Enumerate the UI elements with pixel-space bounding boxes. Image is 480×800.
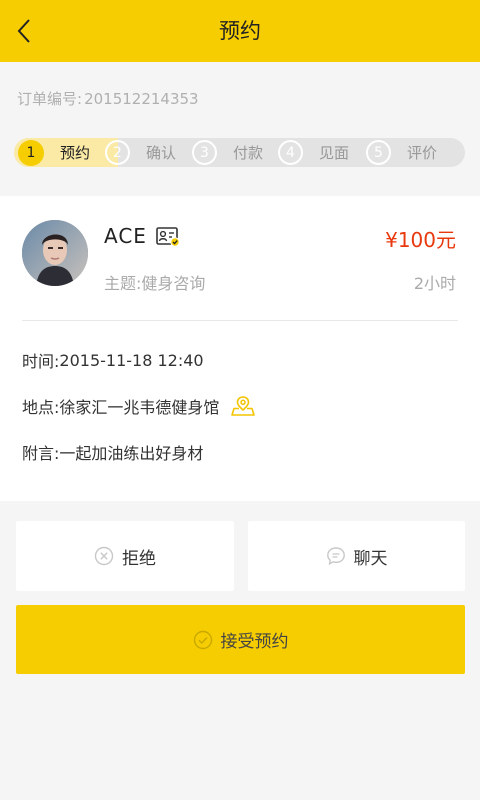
step-number: 3 — [192, 140, 217, 165]
step-label: 见面 — [319, 144, 350, 162]
chat-bubble-icon — [326, 546, 346, 566]
price: ¥100元 — [385, 228, 456, 252]
step-confirm: 2 确认 — [103, 138, 176, 167]
step-number: 5 — [366, 140, 391, 165]
order-number-label: 订单编号: — [17, 90, 83, 108]
step-number: 1 — [18, 139, 44, 166]
duration: 2小时 — [413, 274, 456, 293]
page-title: 预约 — [219, 19, 261, 43]
step-label: 确认 — [146, 144, 177, 162]
time-value: 2015-11-18 12:40 — [59, 350, 204, 370]
note-label: 附言: — [22, 444, 60, 463]
check-circle-icon — [193, 630, 213, 650]
step-number: 4 — [278, 140, 303, 165]
divider — [22, 320, 458, 321]
time-label: 时间: — [22, 352, 60, 371]
step-number: 2 — [105, 140, 130, 165]
place-label: 地点: — [22, 398, 60, 417]
header-bar: 预约 — [0, 0, 480, 62]
map-pin-icon[interactable] — [231, 395, 256, 417]
chat-label: 聊天 — [353, 548, 388, 569]
id-card-verified-icon — [156, 227, 180, 251]
chat-button[interactable]: 聊天 — [248, 521, 465, 591]
close-circle-icon — [94, 546, 114, 566]
user-name: ACE — [104, 224, 147, 248]
avatar[interactable] — [22, 220, 88, 286]
progress-steps: 1 预约 2 确认 3 付款 4 见面 5 评价 — [14, 138, 465, 167]
note-row: 附言: 一起加油练出好身材 — [22, 440, 203, 464]
step-meet: 4 见面 — [276, 138, 349, 167]
step-reserve: 1 预约 — [16, 138, 90, 167]
step-review: 5 评价 — [364, 138, 437, 167]
step-label: 评价 — [407, 144, 438, 162]
step-label: 预约 — [60, 144, 91, 162]
reject-label: 拒绝 — [122, 548, 156, 569]
order-number-value: 201512214353 — [84, 90, 199, 108]
time-row: 时间: 2015-11-18 12:40 — [22, 348, 204, 372]
order-number: 订单编号: 201512214353 — [17, 88, 199, 109]
step-pay: 3 付款 — [190, 138, 263, 167]
accept-booking-button[interactable]: 接受预约 — [16, 605, 465, 674]
accept-label: 接受预约 — [220, 632, 289, 652]
place-value: 徐家汇一兆韦德健身馆 — [59, 398, 220, 417]
note-value: 一起加油练出好身材 — [59, 444, 204, 463]
booking-card: ACE ¥100元 主题:健身咨询 2小时 时间: 2015-11-18 12:… — [0, 196, 480, 501]
place-row: 地点: 徐家汇一兆韦德健身馆 — [22, 394, 256, 418]
reject-button[interactable]: 拒绝 — [16, 521, 234, 591]
topic: 主题:健身咨询 — [104, 274, 206, 293]
step-label: 付款 — [233, 144, 264, 162]
